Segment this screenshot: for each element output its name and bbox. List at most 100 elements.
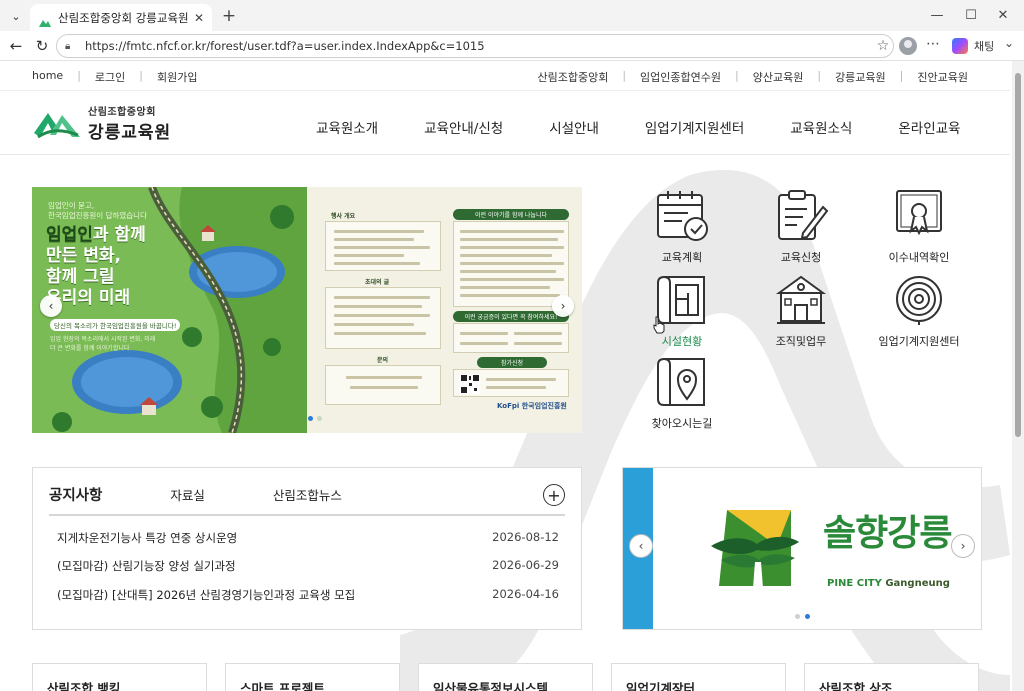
promo-subtitle-part: Gangneung: [885, 578, 950, 589]
promo-dot[interactable]: [795, 614, 800, 619]
service-card-smart[interactable]: 스마트 프로젝트: [225, 663, 400, 691]
quick-link-label: 이수내역확인: [888, 251, 950, 264]
quick-link-label: 교육계획: [661, 251, 703, 264]
qr-code-icon: [460, 374, 480, 394]
page-scrollbar[interactable]: [1012, 61, 1024, 691]
quick-link-plan[interactable]: 교육계획: [627, 189, 737, 265]
service-card-banking[interactable]: 산림조합 뱅킹: [32, 663, 207, 691]
banner-title: 임업인과 함께 만든 변화, 함께 그릴 우리의 미래: [46, 225, 146, 309]
quick-link-label: 찾아오시는길: [651, 417, 713, 430]
scrollbar-thumb[interactable]: [1015, 73, 1021, 437]
gnb-item-machinery-center[interactable]: 임업기계지원센터: [645, 117, 744, 137]
quick-link-organization[interactable]: 조직및업무: [746, 273, 856, 349]
banner-dot-active[interactable]: [308, 416, 313, 421]
notice-row[interactable]: (모집마감) [산대특] 2026년 산림경영기능인과정 교육생 모집 2026…: [57, 587, 559, 603]
sidebar-chevron-icon[interactable]: ⌄: [1004, 36, 1014, 50]
gnb-item-news[interactable]: 교육원소식: [790, 117, 852, 137]
service-card-machinery-market[interactable]: 임업기계장터: [611, 663, 786, 691]
promo-prev-chevron-icon[interactable]: ‹: [629, 534, 653, 558]
gnb-item-online[interactable]: 온라인교육: [898, 117, 960, 137]
favorite-star-icon[interactable]: ☆: [873, 38, 893, 54]
banner-poster-right: 행사 개요 초대의 글 문의 이런 이야기를 함께 나눕니다 이런 궁금증이 있…: [307, 187, 582, 433]
site-logo[interactable]: 산림조합중앙회 강릉교육원: [32, 103, 171, 143]
browser-tab[interactable]: 산림조합중앙회 강릉교육원 ✕: [30, 4, 212, 31]
tab-close-icon[interactable]: ✕: [190, 11, 208, 25]
promo-dot-active[interactable]: [805, 614, 810, 619]
quick-link-facilities[interactable]: 시설현황: [627, 273, 737, 349]
banner-info-box: [325, 365, 441, 405]
banner-title-line3: 함께 그릴: [46, 267, 115, 287]
new-tab-plus-icon[interactable]: +: [218, 5, 240, 27]
tab-list-chevron-icon[interactable]: ⌄: [6, 6, 26, 26]
banner-prev-chevron-icon[interactable]: ‹: [40, 295, 62, 317]
divider: |: [77, 69, 81, 82]
hand-cursor-icon: [653, 316, 665, 334]
banner-schedule-box: [453, 221, 569, 307]
utility-nav: home | 로그인 | 회원가입 산림조합중앙회 | 임업인종합연수원 | 양…: [0, 61, 1010, 91]
gnb-item-courses[interactable]: 교육안내/신청: [424, 117, 503, 137]
profile-avatar-icon[interactable]: [899, 37, 917, 55]
maximize-icon[interactable]: ☐: [956, 4, 986, 26]
copilot-button[interactable]: 채팅: [952, 36, 994, 56]
settings-more-icon[interactable]: ⋯: [926, 36, 940, 52]
tab-archive[interactable]: 자료실: [170, 485, 205, 504]
building-icon: [775, 275, 827, 324]
tab-notice[interactable]: 공지사항: [49, 484, 102, 505]
notice-title[interactable]: (모집마감) [산대특] 2026년 산림경영기능인과정 교육생 모집: [57, 587, 355, 603]
banner-apply-box: [453, 369, 569, 397]
service-card-distribution[interactable]: 임산물유통정보시스템: [418, 663, 593, 691]
banner-section-label: 문의: [377, 357, 389, 364]
reload-icon[interactable]: ↻: [30, 35, 54, 57]
notice-date: 2026-04-16: [492, 587, 559, 601]
tab-news[interactable]: 산림조합뉴스: [273, 485, 342, 504]
family-link-gangneung[interactable]: 강릉교육원: [835, 69, 886, 85]
promo-subtitle-part: PINE CITY: [827, 578, 882, 589]
notice-title[interactable]: 지게차운전기능사 특강 연중 상시운영: [57, 530, 237, 546]
banner-pagination: [308, 416, 326, 421]
minimize-icon[interactable]: —: [922, 4, 952, 26]
notice-more-plus-icon[interactable]: +: [543, 484, 565, 506]
window-close-icon[interactable]: ✕: [988, 4, 1018, 26]
main-banner-slider[interactable]: 임업인이 묻고, 한국임업진흥원이 답하였습니다 임업인과 함께 만든 변화, …: [32, 187, 582, 433]
gnb-item-facilities[interactable]: 시설안내: [549, 117, 599, 137]
main-nav: 교육원소개 교육안내/신청 시설안내 임업기계지원센터 교육원소식 온라인교육: [316, 117, 960, 137]
quick-link-machinery[interactable]: 임업기계지원센터: [864, 273, 974, 349]
banner-info-box: [325, 221, 441, 271]
quick-link-apply[interactable]: 교육신청: [746, 189, 856, 265]
site-info-lock-icon[interactable]: 🔒︎: [65, 41, 79, 52]
back-arrow-icon[interactable]: ←: [4, 35, 28, 57]
home-link[interactable]: home: [32, 69, 63, 85]
family-link-jinan[interactable]: 진안교육원: [917, 69, 968, 85]
banner-section-label: 행사 개요: [331, 213, 356, 220]
family-link-training-center[interactable]: 임업인종합연수원: [640, 69, 721, 85]
divider: |: [817, 69, 822, 82]
address-bar[interactable]: 🔒︎ https://fmtc.nfcf.or.kr/forest/user.t…: [56, 34, 894, 58]
notice-row[interactable]: 지게차운전기능사 특강 연중 상시운영 2026-08-12: [57, 530, 559, 546]
banner-faq-box: [453, 323, 569, 353]
notice-row[interactable]: (모집마감) 산림기능장 양성 실기과정 2026-06-29: [57, 558, 559, 574]
signup-link[interactable]: 회원가입: [157, 69, 197, 85]
quick-link-history[interactable]: 이수내역확인: [864, 189, 974, 265]
site-header: 산림조합중앙회 강릉교육원 교육원소개 교육안내/신청 시설안내 임업기계지원센…: [0, 91, 1010, 155]
promo-next-chevron-icon[interactable]: ›: [951, 534, 975, 558]
family-link-nfcf[interactable]: 산림조합중앙회: [537, 69, 608, 85]
notice-title[interactable]: (모집마감) 산림기능장 양성 실기과정: [57, 558, 236, 574]
notice-divider: [49, 514, 565, 516]
divider: |: [899, 69, 904, 82]
login-link[interactable]: 로그인: [95, 69, 125, 85]
banner-title-highlight: 임업인: [46, 225, 93, 245]
promo-banner-slider[interactable]: 솔향강릉 PINE CITY Gangneung ‹ ›: [622, 467, 982, 630]
divider: |: [139, 69, 143, 82]
banner-dot[interactable]: [317, 416, 322, 421]
quick-link-directions[interactable]: 찾아오시는길: [627, 355, 737, 431]
notice-board: 공지사항 자료실 산림조합뉴스 + 지게차운전기능사 특강 연중 상시운영 20…: [32, 467, 582, 630]
gnb-item-about[interactable]: 교육원소개: [316, 117, 378, 137]
banner-small-text: 임업인이 묻고, 한국임업진흥원이 답하였습니다: [48, 201, 147, 220]
url-text[interactable]: https://fmtc.nfcf.or.kr/forest/user.tdf?…: [85, 39, 873, 53]
banner-next-chevron-icon[interactable]: ›: [552, 295, 574, 317]
service-card-title: 산림조합 뱅킹: [47, 681, 121, 691]
copilot-logo-icon: [952, 38, 968, 54]
family-link-yangsan[interactable]: 양산교육원: [753, 69, 804, 85]
banner-desc: 임업 현장의 목소리에서 시작된 변화, 미래 더 큰 변화를 함께 이야기합니…: [50, 336, 156, 352]
service-card-funeral[interactable]: 산림조합 상조: [804, 663, 979, 691]
